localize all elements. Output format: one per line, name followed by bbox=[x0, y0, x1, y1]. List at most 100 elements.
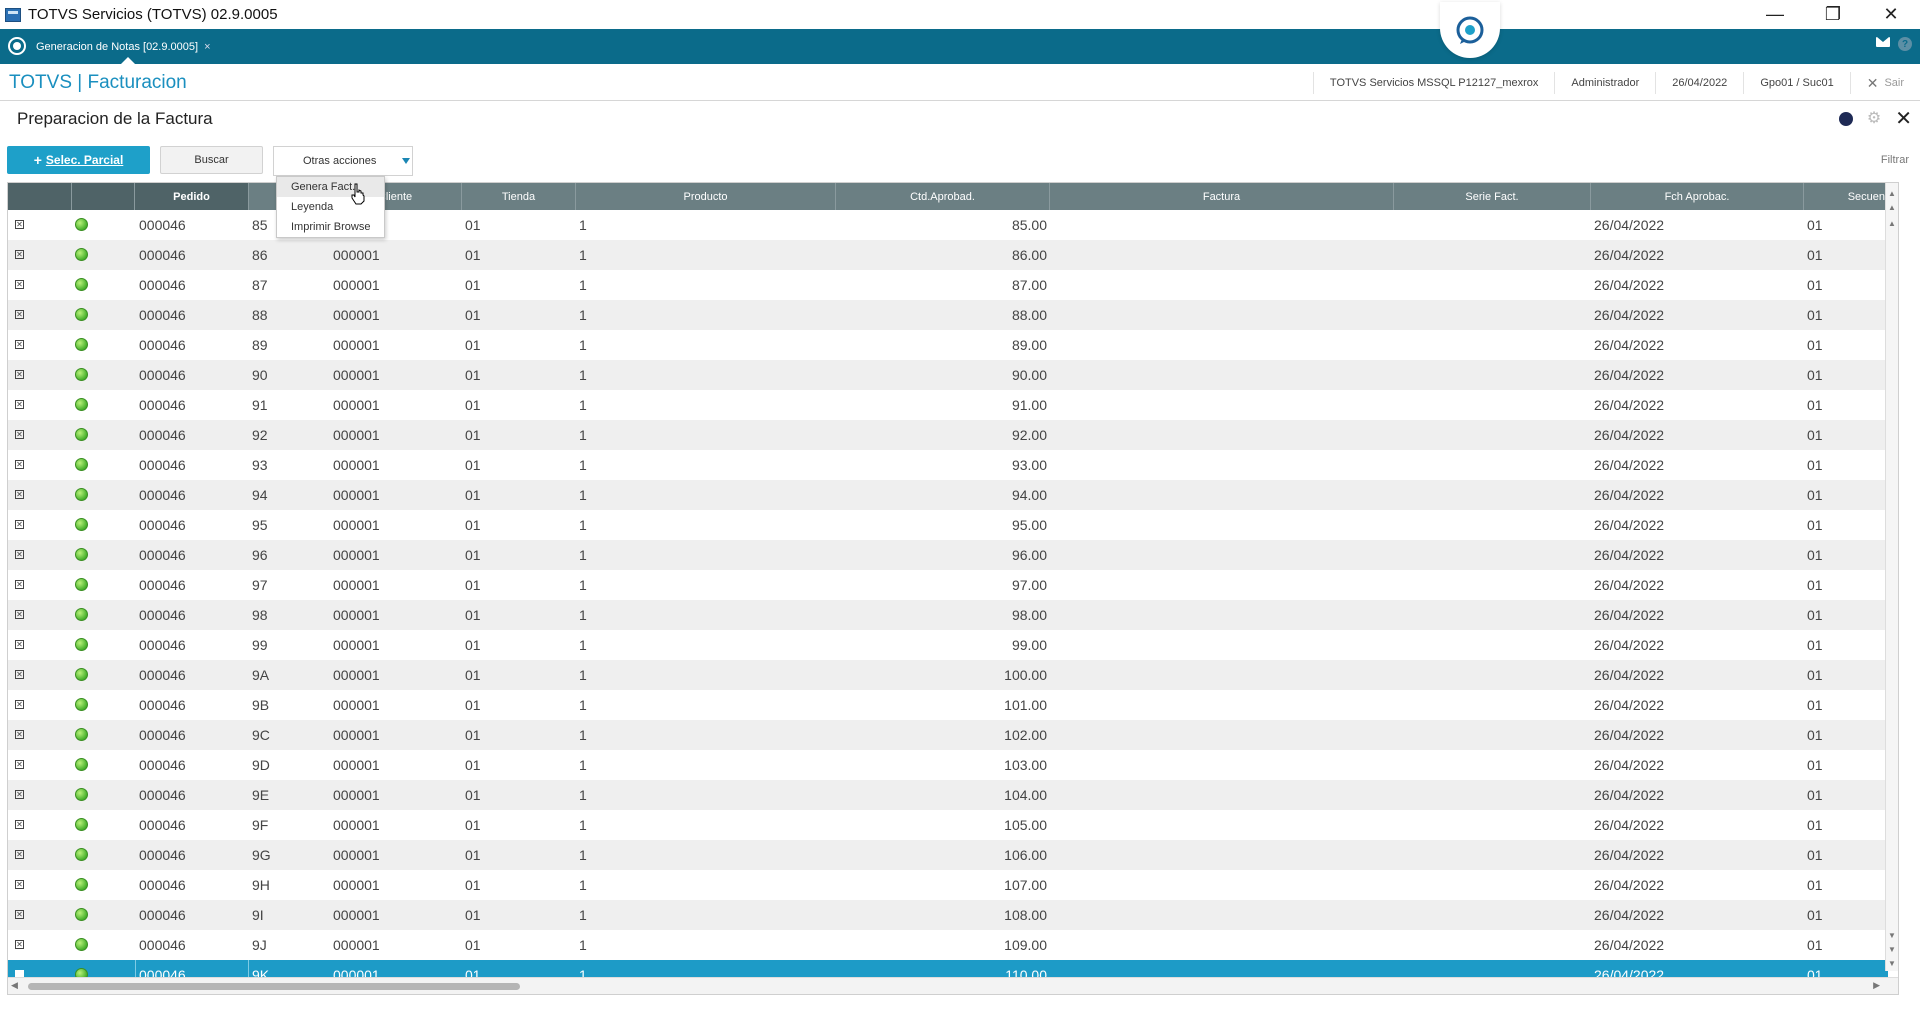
close-icon[interactable]: ✕ bbox=[1895, 109, 1912, 129]
row-checkbox[interactable]: ✕ bbox=[15, 670, 24, 679]
gear-icon[interactable]: ⚙ bbox=[1867, 111, 1881, 127]
restore-icon[interactable]: ❐ bbox=[1804, 0, 1862, 29]
filtrar-link[interactable]: Filtrar bbox=[1881, 154, 1909, 166]
row-checkbox[interactable]: ✕ bbox=[15, 850, 24, 859]
horizontal-scroll-thumb[interactable] bbox=[28, 983, 520, 990]
cell-serie-fact bbox=[1397, 840, 1587, 870]
menu-item-imprimir-browse[interactable]: Imprimir Browse bbox=[277, 217, 384, 237]
row-checkbox[interactable]: ✕ bbox=[15, 790, 24, 799]
scroll-page-down-icon[interactable]: ▼ bbox=[1888, 945, 1896, 954]
table-row[interactable]: ✕ 000046 9H 000001 01 1 107.00 26/04/2022 01 bbox=[8, 870, 1888, 900]
row-checkbox[interactable]: ✕ bbox=[15, 460, 24, 469]
cell-item: 99 bbox=[252, 637, 268, 653]
row-checkbox[interactable]: ✕ bbox=[15, 490, 24, 499]
table-row[interactable]: ✕ 000046 9E 000001 01 1 104.00 26/04/2022 01 bbox=[8, 780, 1888, 810]
cell-tienda: 01 bbox=[465, 547, 481, 563]
minimize-icon[interactable]: — bbox=[1746, 0, 1804, 29]
row-checkbox[interactable]: ✕ bbox=[15, 640, 24, 649]
table-row[interactable]: ✕ 000046 89 000001 01 1 89.00 26/04/2022 01 bbox=[8, 330, 1888, 360]
otras-acciones-dropdown[interactable]: Otras acciones bbox=[273, 146, 413, 176]
table-row[interactable]: ✕ 000046 9C 000001 01 1 102.00 26/04/2022 01 bbox=[8, 720, 1888, 750]
row-checkbox[interactable]: ✕ bbox=[15, 580, 24, 589]
cell-factura bbox=[1053, 930, 1383, 960]
row-checkbox[interactable]: ✕ bbox=[15, 550, 24, 559]
row-checkbox[interactable]: ✕ bbox=[15, 520, 24, 529]
row-checkbox[interactable]: ✕ bbox=[15, 760, 24, 769]
table-row[interactable]: ✕ 000046 9D 000001 01 1 103.00 26/04/2022 01 bbox=[8, 750, 1888, 780]
header-col-factura[interactable]: Factura bbox=[1050, 183, 1394, 210]
status-indicator-icon[interactable] bbox=[1838, 112, 1853, 126]
vertical-scrollbar[interactable]: ▲ ▲ ▲ ▼ ▼ ▼ bbox=[1885, 183, 1898, 971]
header-col-serie-fact[interactable]: Serie Fact. bbox=[1394, 183, 1591, 210]
row-checkbox[interactable]: ✕ bbox=[15, 370, 24, 379]
tab-close-icon[interactable]: × bbox=[204, 41, 210, 53]
row-checkbox[interactable]: ✕ bbox=[15, 340, 24, 349]
horizontal-scrollbar[interactable]: ◀ ▶ bbox=[8, 977, 1898, 994]
row-checkbox[interactable]: ✕ bbox=[15, 220, 24, 229]
row-checkbox[interactable]: ✕ bbox=[15, 310, 24, 319]
header-col-tienda[interactable]: Tienda bbox=[462, 183, 576, 210]
scroll-down-icon[interactable]: ▼ bbox=[1888, 931, 1896, 940]
totvs-logo-icon[interactable] bbox=[8, 37, 26, 55]
row-checkbox[interactable]: ✕ bbox=[15, 430, 24, 439]
menu-item-genera-fact[interactable]: Genera Fact. bbox=[277, 177, 384, 197]
cell-ctd-aprobad: 100.00 bbox=[1004, 667, 1047, 683]
header-col-checkbox[interactable] bbox=[8, 183, 72, 210]
header-col-pedido[interactable]: Pedido bbox=[135, 183, 249, 210]
table-row[interactable]: ✕ 000046 88 000001 01 1 88.00 26/04/2022 01 bbox=[8, 300, 1888, 330]
row-checkbox[interactable]: ✕ bbox=[15, 910, 24, 919]
row-checkbox[interactable]: ✕ bbox=[15, 250, 24, 259]
scroll-right-icon[interactable]: ▶ bbox=[1873, 980, 1880, 991]
cell-ctd-aprobad: 108.00 bbox=[1004, 907, 1047, 923]
buscar-button[interactable]: Buscar bbox=[160, 146, 263, 174]
header-col-status[interactable] bbox=[72, 183, 135, 210]
header-col-ctd-aprobad[interactable]: Ctd.Aprobad. bbox=[836, 183, 1050, 210]
table-row[interactable]: ✕ 000046 96 000001 01 1 96.00 26/04/2022 01 bbox=[8, 540, 1888, 570]
scroll-top-icon[interactable]: ▲ bbox=[1888, 189, 1896, 198]
close-window-icon[interactable]: ✕ bbox=[1862, 0, 1920, 29]
row-checkbox[interactable]: ✕ bbox=[15, 700, 24, 709]
table-row[interactable]: ✕ 000046 97 000001 01 1 97.00 26/04/2022 01 bbox=[8, 570, 1888, 600]
row-checkbox[interactable]: ✕ bbox=[15, 400, 24, 409]
cell-factura bbox=[1053, 270, 1383, 300]
row-checkbox[interactable]: ✕ bbox=[15, 730, 24, 739]
table-row[interactable]: ✕ 000046 95 000001 01 1 95.00 26/04/2022 01 bbox=[8, 510, 1888, 540]
scroll-page-up-icon[interactable]: ▲ bbox=[1888, 203, 1896, 212]
table-row[interactable]: ✕ 000046 87 000001 01 1 87.00 26/04/2022 01 bbox=[8, 270, 1888, 300]
cell-fch-aprobac: 26/04/2022 bbox=[1594, 787, 1665, 803]
table-row[interactable]: ✕ 000046 9I 000001 01 1 108.00 26/04/2022 01 bbox=[8, 900, 1888, 930]
table-row[interactable]: ✕ 000046 9A 000001 01 1 100.00 26/04/2022 01 bbox=[8, 660, 1888, 690]
row-checkbox[interactable]: ✕ bbox=[15, 820, 24, 829]
table-row[interactable]: ✕ 000046 86 000001 01 1 86.00 26/04/2022 01 bbox=[8, 240, 1888, 270]
cell-tienda: 01 bbox=[465, 907, 481, 923]
table-row[interactable]: ✕ 000046 92 000001 01 1 92.00 26/04/2022 01 bbox=[8, 420, 1888, 450]
table-row[interactable]: ✕ 000046 91 000001 01 1 91.00 26/04/2022 01 bbox=[8, 390, 1888, 420]
selec-parcial-button[interactable]: + Selec. Parcial bbox=[7, 146, 150, 174]
header-col-fch-aprobac[interactable]: Fch Aprobac. bbox=[1591, 183, 1804, 210]
table-row[interactable]: ✕ 000046 90 000001 01 1 90.00 26/04/2022 01 bbox=[8, 360, 1888, 390]
cell-factura bbox=[1053, 480, 1383, 510]
row-checkbox[interactable]: ✕ bbox=[15, 610, 24, 619]
cell-secuen: 01 bbox=[1807, 697, 1823, 713]
scroll-left-icon[interactable]: ◀ bbox=[11, 980, 18, 991]
cell-pedido: 000046 bbox=[139, 637, 186, 653]
row-checkbox[interactable]: ✕ bbox=[15, 880, 24, 889]
header-col-producto[interactable]: Producto bbox=[576, 183, 836, 210]
table-row[interactable]: ✕ 000046 9J 000001 01 1 109.00 26/04/2022 01 bbox=[8, 930, 1888, 960]
table-row[interactable]: ✕ 000046 98 000001 01 1 98.00 26/04/2022 01 bbox=[8, 600, 1888, 630]
table-row[interactable]: ✕ 000046 93 000001 01 1 93.00 26/04/2022 01 bbox=[8, 450, 1888, 480]
exit-button[interactable]: ✕ Sair bbox=[1849, 72, 1920, 94]
mail-icon[interactable] bbox=[1876, 37, 1890, 47]
row-checkbox[interactable]: ✕ bbox=[15, 940, 24, 949]
table-row[interactable]: ✕ 000046 9G 000001 01 1 106.00 26/04/2022 01 bbox=[8, 840, 1888, 870]
scroll-up-icon[interactable]: ▲ bbox=[1888, 219, 1896, 228]
menu-item-leyenda[interactable]: Leyenda bbox=[277, 197, 384, 217]
table-row[interactable]: ✕ 000046 94 000001 01 1 94.00 26/04/2022 01 bbox=[8, 480, 1888, 510]
row-checkbox[interactable]: ✕ bbox=[15, 280, 24, 289]
cell-item: 9A bbox=[252, 667, 270, 683]
scroll-bottom-icon[interactable]: ▼ bbox=[1888, 959, 1896, 968]
help-icon[interactable]: ? bbox=[1898, 37, 1912, 51]
table-row[interactable]: ✕ 000046 9F 000001 01 1 105.00 26/04/2022 01 bbox=[8, 810, 1888, 840]
table-row[interactable]: ✕ 000046 99 000001 01 1 99.00 26/04/2022 01 bbox=[8, 630, 1888, 660]
table-row[interactable]: ✕ 000046 9B 000001 01 1 101.00 26/04/2022 01 bbox=[8, 690, 1888, 720]
